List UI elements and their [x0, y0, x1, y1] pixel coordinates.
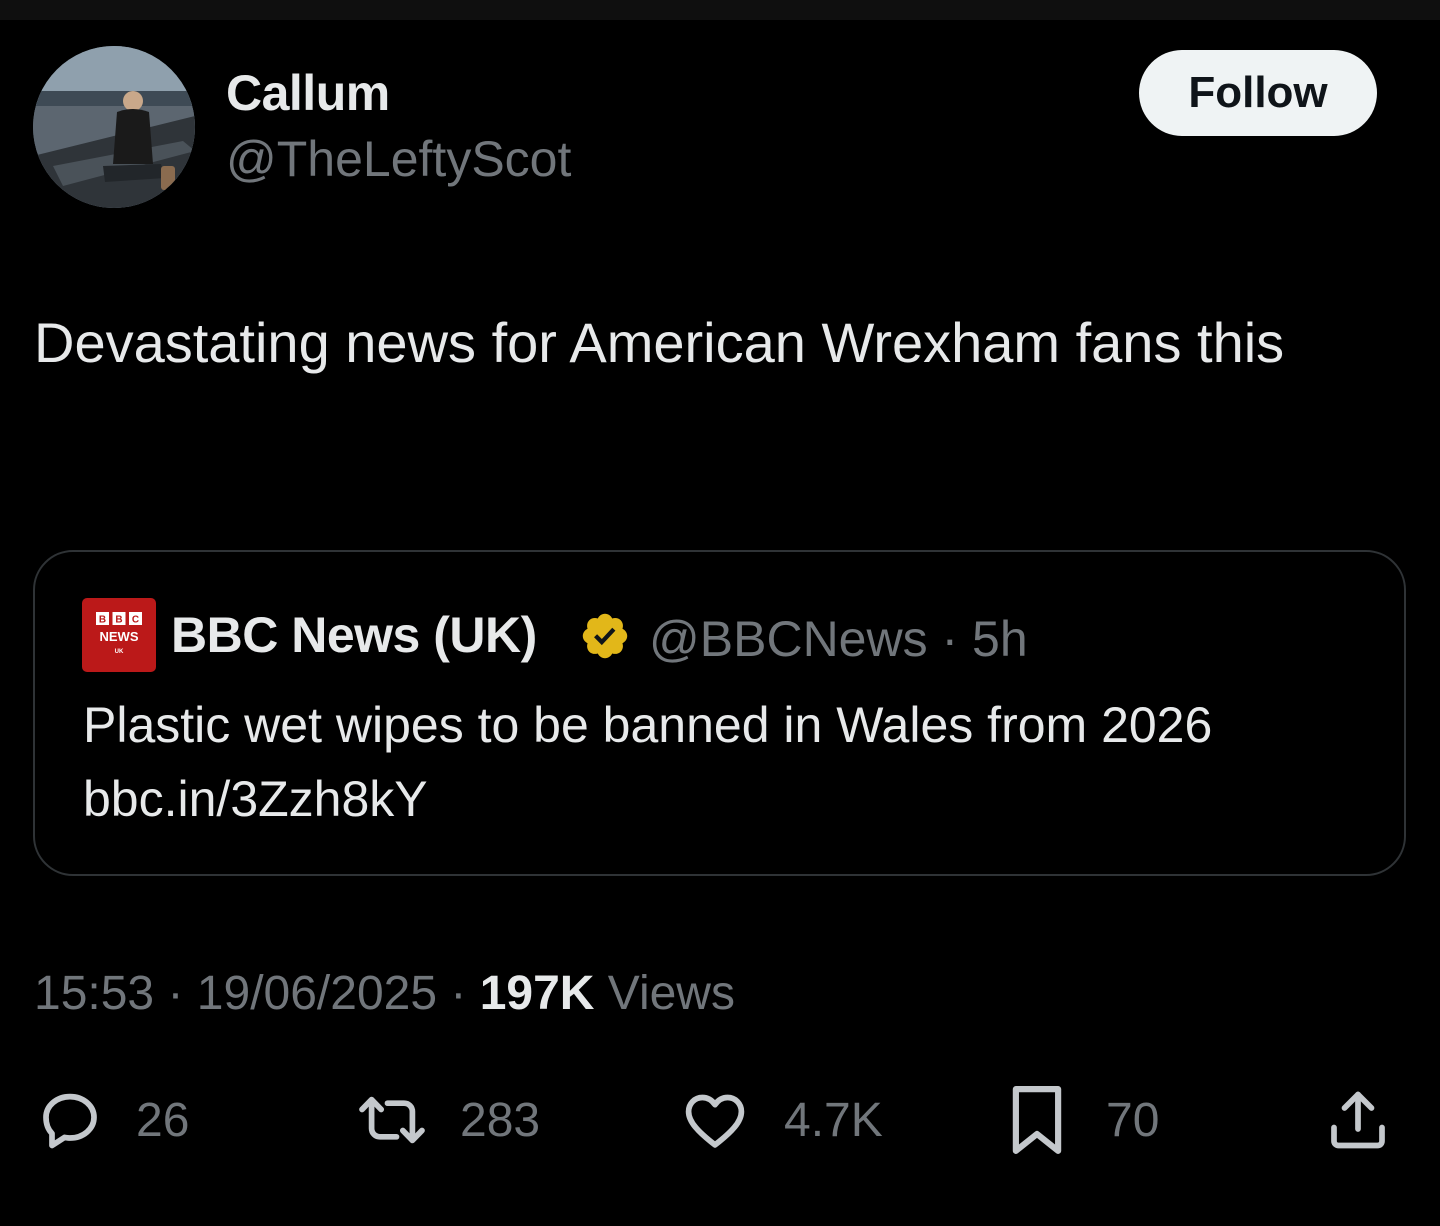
bookmark-button[interactable]: 70 — [1004, 1080, 1159, 1160]
quoted-headline: Plastic wet wipes to be banned in Wales … — [83, 697, 1213, 753]
share-button[interactable] — [1322, 1080, 1394, 1160]
reply-icon — [43, 1093, 97, 1149]
quoted-author-name[interactable]: BBC News (UK) — [171, 606, 537, 664]
quoted-link[interactable]: bbc.in/3Zzh8kY — [83, 762, 1383, 836]
action-bar: 26 283 4.7K 70 — [0, 1080, 1440, 1160]
repost-button[interactable]: 283 — [352, 1080, 540, 1160]
like-count: 4.7K — [784, 1093, 883, 1147]
views-count: 197K — [479, 967, 595, 1020]
tweet-text: Devastating news for American Wrexham fa… — [34, 311, 1285, 374]
logo-uk-text: UK — [115, 649, 124, 655]
views-label: Views — [607, 967, 735, 1020]
follow-button[interactable]: Follow — [1139, 50, 1377, 136]
author-display-name[interactable]: Callum — [226, 64, 390, 122]
tweet-date[interactable]: 19/06/2025 — [197, 967, 437, 1020]
share-icon — [1331, 1091, 1385, 1149]
verified-badge-icon — [579, 610, 631, 662]
avatar[interactable] — [33, 46, 195, 208]
reply-button[interactable]: 26 — [34, 1080, 189, 1160]
bookmark-icon — [1012, 1086, 1062, 1154]
like-button[interactable]: 4.7K — [678, 1080, 883, 1160]
logo-letter-3: C — [132, 615, 139, 626]
repost-count: 283 — [460, 1093, 541, 1147]
logo-news-text: NEWS — [100, 629, 139, 644]
meta-separator: · — [167, 967, 184, 1020]
bookmark-count: 70 — [1106, 1093, 1160, 1147]
tweet-meta: 15:53 · 19/06/2025 · 197K Views — [34, 966, 735, 1021]
tweet-time[interactable]: 15:53 — [34, 967, 154, 1020]
heart-icon — [685, 1094, 745, 1148]
quoted-tweet-card[interactable]: B B C NEWS UK BBC News (UK) @BBCNews · 5… — [33, 550, 1406, 876]
logo-letter-1: B — [99, 615, 106, 626]
bbc-news-logo: B B C NEWS UK — [82, 598, 156, 672]
quoted-tweet-text: Plastic wet wipes to be banned in Wales … — [83, 688, 1383, 836]
meta-separator: · — [450, 967, 467, 1020]
repost-icon — [359, 1096, 425, 1144]
author-handle[interactable]: @TheLeftyScot — [226, 130, 571, 188]
reply-count: 26 — [136, 1093, 190, 1147]
logo-letter-2: B — [115, 615, 122, 626]
status-bar — [0, 0, 1440, 20]
quoted-handle-time[interactable]: @BBCNews · 5h — [649, 610, 1028, 668]
avatar-photo — [33, 46, 195, 208]
